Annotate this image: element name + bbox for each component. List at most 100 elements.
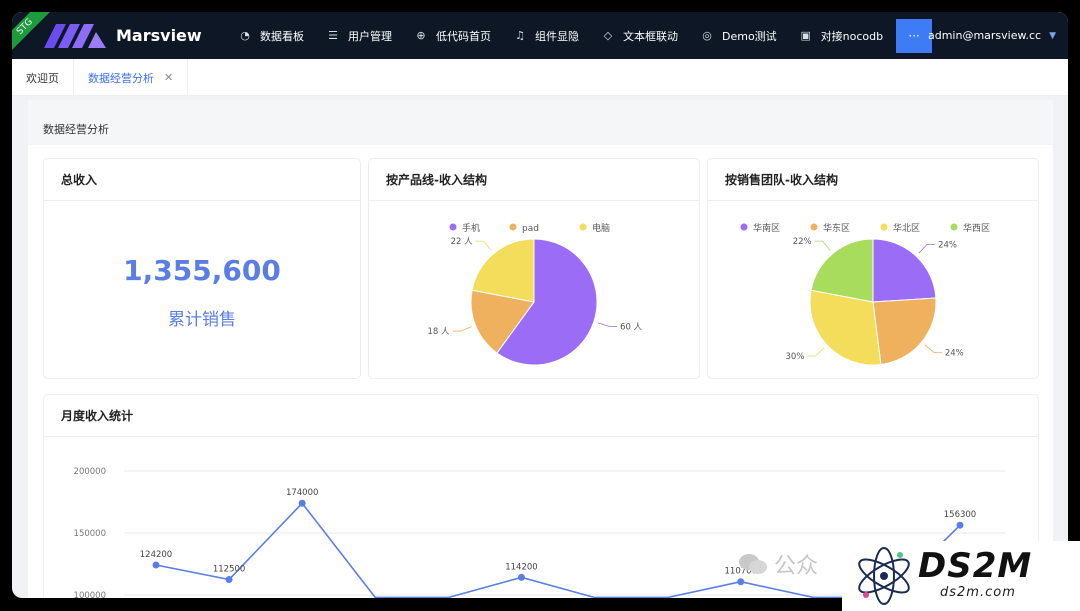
- user-email: admin@marsview.cc: [927, 29, 1042, 42]
- data-point: [225, 576, 233, 583]
- legend-item: 华南区: [740, 222, 780, 234]
- page-title-band: [28, 100, 1053, 145]
- legend-swatch: [449, 223, 457, 231]
- tab-label: 欢迎页: [26, 71, 59, 85]
- watermark: 公众: [738, 548, 818, 580]
- series-line: [155, 502, 961, 598]
- pie-label-line: [807, 347, 825, 357]
- pie-label-line: [475, 240, 492, 251]
- tag-icon: ◇: [603, 29, 613, 42]
- card-title: 月度收入统计: [44, 395, 1038, 437]
- y-tick-label: 100000: [74, 591, 106, 598]
- sales-team-card: 按销售团队-收入结构 华南区 华东区 华北区 华西区 24% 24% 30% 22%: [707, 158, 1039, 379]
- legend-label: 华北区: [893, 222, 920, 234]
- data-label: 156300: [944, 510, 976, 520]
- legend-label: 华西区: [963, 222, 990, 234]
- total-revenue-caption: 累计销售: [168, 310, 236, 330]
- total-revenue-card: 总收入 1,355,600 累计销售: [43, 158, 361, 379]
- top-navigation-bar: STG Marsview ◔ 数据看板 ☰ 用户管理 ⊕ 低代码首页 ♫ 组件显隐 ◇ 文…: [12, 12, 1068, 59]
- data-point: [152, 561, 160, 569]
- app-window: STG Marsview ◔ 数据看板 ☰ 用户管理 ⊕ 低代码首页 ♫ 组件显隐 ◇ 文…: [12, 12, 1068, 598]
- menu-item-demo[interactable]: ◎ Demo测试: [689, 12, 788, 59]
- pie-slice: [872, 238, 937, 303]
- menu-item-users[interactable]: ☰ 用户管理: [315, 12, 403, 59]
- pie-label: 24%: [938, 240, 957, 250]
- page-title: 数据经营分析: [43, 123, 109, 136]
- legend-swatch: [579, 223, 587, 231]
- main-menu: ◔ 数据看板 ☰ 用户管理 ⊕ 低代码首页 ♫ 组件显隐 ◇ 文本框联动 ◎ Demo测试 …: [227, 12, 933, 59]
- y-tick-label: 150000: [74, 529, 106, 539]
- card-title: 按销售团队-收入结构: [708, 159, 1038, 201]
- legend-label: 华南区: [753, 222, 780, 234]
- legend-item: pad: [509, 223, 539, 234]
- menu-item-label: 用户管理: [348, 29, 392, 43]
- atom-logo-icon: [858, 547, 910, 605]
- app-name: Marsview: [116, 26, 202, 45]
- brand-name: DS2M: [918, 546, 1033, 586]
- data-point: [956, 521, 964, 529]
- menu-item-nocodb[interactable]: ▣ 对接nocodb: [788, 12, 894, 59]
- pie-label: 18 人: [428, 327, 451, 337]
- data-label: 124200: [140, 550, 172, 560]
- menu-item-lowcode-home[interactable]: ⊕ 低代码首页: [403, 12, 502, 59]
- pie-label-line: [452, 326, 472, 332]
- calendar-icon: ▣: [800, 29, 811, 42]
- menu-item-label: 文本框联动: [623, 29, 678, 43]
- legend-item: 手机: [449, 222, 480, 234]
- pie-label: 60 人: [620, 322, 643, 332]
- menu-item-label: 低代码首页: [436, 29, 491, 43]
- menu-item-label: 数据看板: [260, 29, 304, 43]
- legend-swatch: [810, 223, 818, 231]
- marsview-logo-icon: [44, 24, 106, 48]
- data-label: 174000: [286, 488, 318, 498]
- y-tick-label: 200000: [74, 467, 106, 477]
- dashboard-icon: ◔: [240, 29, 250, 42]
- legend-item: 华东区: [810, 222, 850, 234]
- brand-domain: ds2m.com: [940, 585, 1016, 600]
- more-menu-button[interactable]: ···: [896, 18, 933, 53]
- legend-item: 华北区: [880, 222, 920, 234]
- close-icon[interactable]: ✕: [164, 71, 173, 84]
- wechat-icon: [739, 554, 767, 574]
- pie-label-line: [814, 240, 831, 251]
- tab-welcome[interactable]: 欢迎页: [12, 59, 74, 96]
- data-point: [517, 573, 525, 581]
- legend-label: 华东区: [823, 222, 850, 234]
- pie-slice: [872, 297, 937, 366]
- menu-item-dashboard[interactable]: ◔ 数据看板: [227, 12, 315, 59]
- menu-item-label: 组件显隐: [535, 29, 579, 43]
- pie-label: 30%: [786, 352, 805, 362]
- watermark-text: 公众: [774, 554, 819, 579]
- target-icon: ⊕: [416, 29, 426, 42]
- page-tabs: 欢迎页 数据经营分析 ✕: [12, 59, 1068, 96]
- chrome-icon: ◎: [702, 29, 712, 42]
- legend-label: 电脑: [592, 222, 610, 234]
- legend-swatch: [950, 223, 958, 231]
- product-line-card: 按产品线-收入结构 手机 pad 电脑 60 人 18 人 22 人: [368, 158, 700, 379]
- chevron-down-icon: ▼: [1049, 30, 1056, 41]
- legend-label: 手机: [462, 222, 480, 234]
- menu-item-text-linkage[interactable]: ◇ 文本框联动: [590, 12, 689, 59]
- pie-label-line: [597, 322, 618, 327]
- menu-item-label: Demo测试: [722, 29, 777, 43]
- legend-swatch: [509, 223, 517, 231]
- menu-item-component-visibility[interactable]: ♫ 组件显隐: [502, 12, 590, 59]
- tab-data-analysis[interactable]: 数据经营分析 ✕: [74, 59, 189, 96]
- pie-label: 24%: [945, 348, 964, 358]
- card-title: 按产品线-收入结构: [369, 159, 699, 201]
- pie-label-line: [918, 244, 936, 254]
- data-label: 114200: [505, 562, 537, 572]
- menu-item-label: 对接nocodb: [820, 29, 884, 43]
- tab-label: 数据经营分析: [88, 71, 154, 85]
- pie-label: 22%: [793, 237, 812, 247]
- legend-item: 华西区: [950, 222, 990, 234]
- legend-swatch: [740, 223, 748, 231]
- pie-label-line: [924, 344, 942, 353]
- team-pie-chart: 华南区 华东区 华北区 华西区 24% 24% 30% 22%: [740, 222, 990, 366]
- bell-icon: ♫: [515, 29, 525, 42]
- legend-item: 电脑: [579, 222, 610, 234]
- data-point: [298, 499, 306, 507]
- user-menu[interactable]: admin@marsview.cc ▼: [928, 12, 1056, 59]
- legend-label: pad: [522, 224, 539, 234]
- main-content: 数据经营分析 总收入 1,355,600 累计销售 按产品线-收入结构 手机 pa…: [28, 100, 1053, 598]
